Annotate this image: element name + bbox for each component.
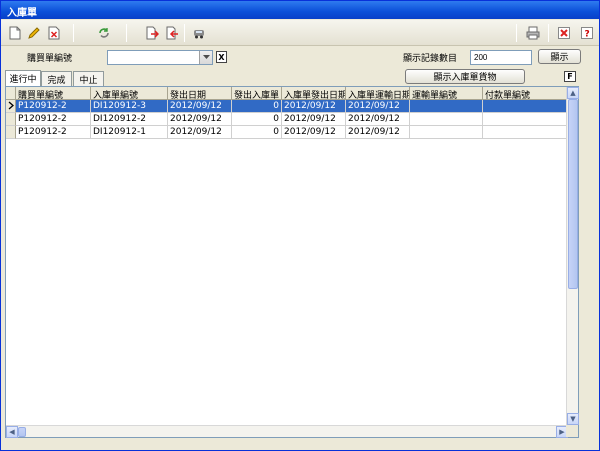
show-goods-button[interactable]: 顯示入庫單貨物 — [405, 69, 525, 84]
cell-payment-no — [483, 113, 568, 126]
table-row[interactable]: P120912-2 DI120912-2 2012/09/12 0 2012/0… — [6, 113, 568, 126]
tab-completed[interactable]: 完成 — [41, 71, 72, 86]
header-inbound-ship-date[interactable]: 入庫單運輸日期 — [346, 87, 410, 100]
edit-icon[interactable] — [26, 25, 42, 41]
cell-issued-count: 0 — [232, 126, 282, 139]
cell-inbound-ship-date: 2012/09/12 — [346, 113, 410, 126]
show-button[interactable]: 顯示 — [538, 49, 581, 64]
delete-icon[interactable] — [46, 25, 62, 41]
header-indicator — [6, 87, 16, 100]
toolbar: ? — [1, 20, 599, 46]
cell-issue-date: 2012/09/12 — [168, 113, 232, 126]
new-icon[interactable] — [7, 25, 23, 41]
purchase-no-combo[interactable] — [107, 50, 213, 65]
print-icon[interactable] — [525, 25, 541, 41]
svg-text:?: ? — [585, 30, 590, 40]
inbound-grid: 購買單編號 入庫單編號 發出日期 發出入庫單 入庫單發出日期 入庫單運輸日期 運… — [5, 86, 579, 438]
tab-in-progress[interactable]: 進行中 — [5, 70, 41, 86]
row-indicator — [6, 113, 16, 126]
close-icon[interactable] — [556, 25, 572, 41]
help-icon[interactable]: ? — [579, 25, 595, 41]
cell-issued-count: 0 — [232, 100, 282, 113]
filter-button[interactable]: F — [564, 71, 576, 82]
cell-ship-no — [410, 100, 483, 113]
horizontal-scrollbar[interactable]: ◀ ▶ — [6, 425, 568, 438]
row-pointer-icon — [6, 100, 16, 113]
header-issued-count[interactable]: 發出入庫單 — [232, 87, 282, 100]
cell-inbound-no: DI120912-2 — [91, 113, 168, 126]
refresh-icon[interactable] — [96, 25, 112, 41]
title-bar: 入庫單 — [1, 1, 599, 19]
window-title: 入庫單 — [7, 8, 37, 19]
scroll-corner — [566, 425, 578, 437]
import-icon[interactable] — [164, 25, 180, 41]
vehicle-icon[interactable] — [191, 25, 207, 41]
cell-purchase-no: P120912-2 — [16, 126, 91, 139]
scroll-up-icon[interactable]: ▲ — [567, 87, 579, 99]
cell-ship-no — [410, 126, 483, 139]
tab-cancelled[interactable]: 中止 — [73, 71, 104, 86]
inbound-window: 入庫單 ? 購買單編號 X 顯示記錄數目 200 顯示 顯示入庫單貨物 F 進行… — [0, 0, 600, 451]
cell-issued-count: 0 — [232, 113, 282, 126]
cell-purchase-no: P120912-2 — [16, 113, 91, 126]
table-row[interactable]: P120912-2 DI120912-3 2012/09/12 0 2012/0… — [6, 100, 568, 113]
cell-inbound-issue-date: 2012/09/12 — [282, 126, 346, 139]
grid-header: 購買單編號 入庫單編號 發出日期 發出入庫單 入庫單發出日期 入庫單運輸日期 運… — [6, 87, 568, 100]
chevron-down-icon[interactable] — [199, 51, 212, 64]
clear-icon: X — [218, 52, 225, 62]
horizontal-scroll-thumb[interactable] — [18, 427, 26, 437]
header-payment-no[interactable]: 付款單編號 — [483, 87, 568, 100]
cell-inbound-issue-date: 2012/09/12 — [282, 100, 346, 113]
header-ship-no[interactable]: 運輸單編號 — [410, 87, 483, 100]
export-icon[interactable] — [144, 25, 160, 41]
cell-inbound-ship-date: 2012/09/12 — [346, 126, 410, 139]
scroll-down-icon[interactable]: ▼ — [567, 413, 579, 425]
header-inbound-no[interactable]: 入庫單編號 — [91, 87, 168, 100]
cell-purchase-no: P120912-2 — [16, 100, 91, 113]
scroll-left-icon[interactable]: ◀ — [6, 426, 18, 438]
vertical-scrollbar[interactable]: ▲ ▼ — [566, 87, 579, 425]
row-indicator — [6, 126, 16, 139]
cell-payment-no — [483, 126, 568, 139]
cell-payment-no — [483, 100, 568, 113]
cell-ship-no — [410, 113, 483, 126]
cell-inbound-issue-date: 2012/09/12 — [282, 113, 346, 126]
vertical-scroll-thumb[interactable] — [568, 99, 578, 289]
clear-filter-button[interactable]: X — [216, 51, 227, 63]
record-count-label: 顯示記錄數目 — [403, 54, 458, 64]
table-row[interactable]: P120912-2 DI120912-1 2012/09/12 0 2012/0… — [6, 126, 568, 139]
record-count-input[interactable] — [470, 50, 532, 65]
filter-icon: F — [567, 72, 573, 81]
cell-issue-date: 2012/09/12 — [168, 126, 232, 139]
cell-inbound-ship-date: 2012/09/12 — [346, 100, 410, 113]
header-purchase-no[interactable]: 購買單編號 — [16, 87, 91, 100]
header-issue-date[interactable]: 發出日期 — [168, 87, 232, 100]
cell-issue-date: 2012/09/12 — [168, 100, 232, 113]
purchase-no-label: 購買單編號 — [27, 54, 73, 64]
header-inbound-issue-date[interactable]: 入庫單發出日期 — [282, 87, 346, 100]
cell-inbound-no: DI120912-3 — [91, 100, 168, 113]
cell-inbound-no: DI120912-1 — [91, 126, 168, 139]
